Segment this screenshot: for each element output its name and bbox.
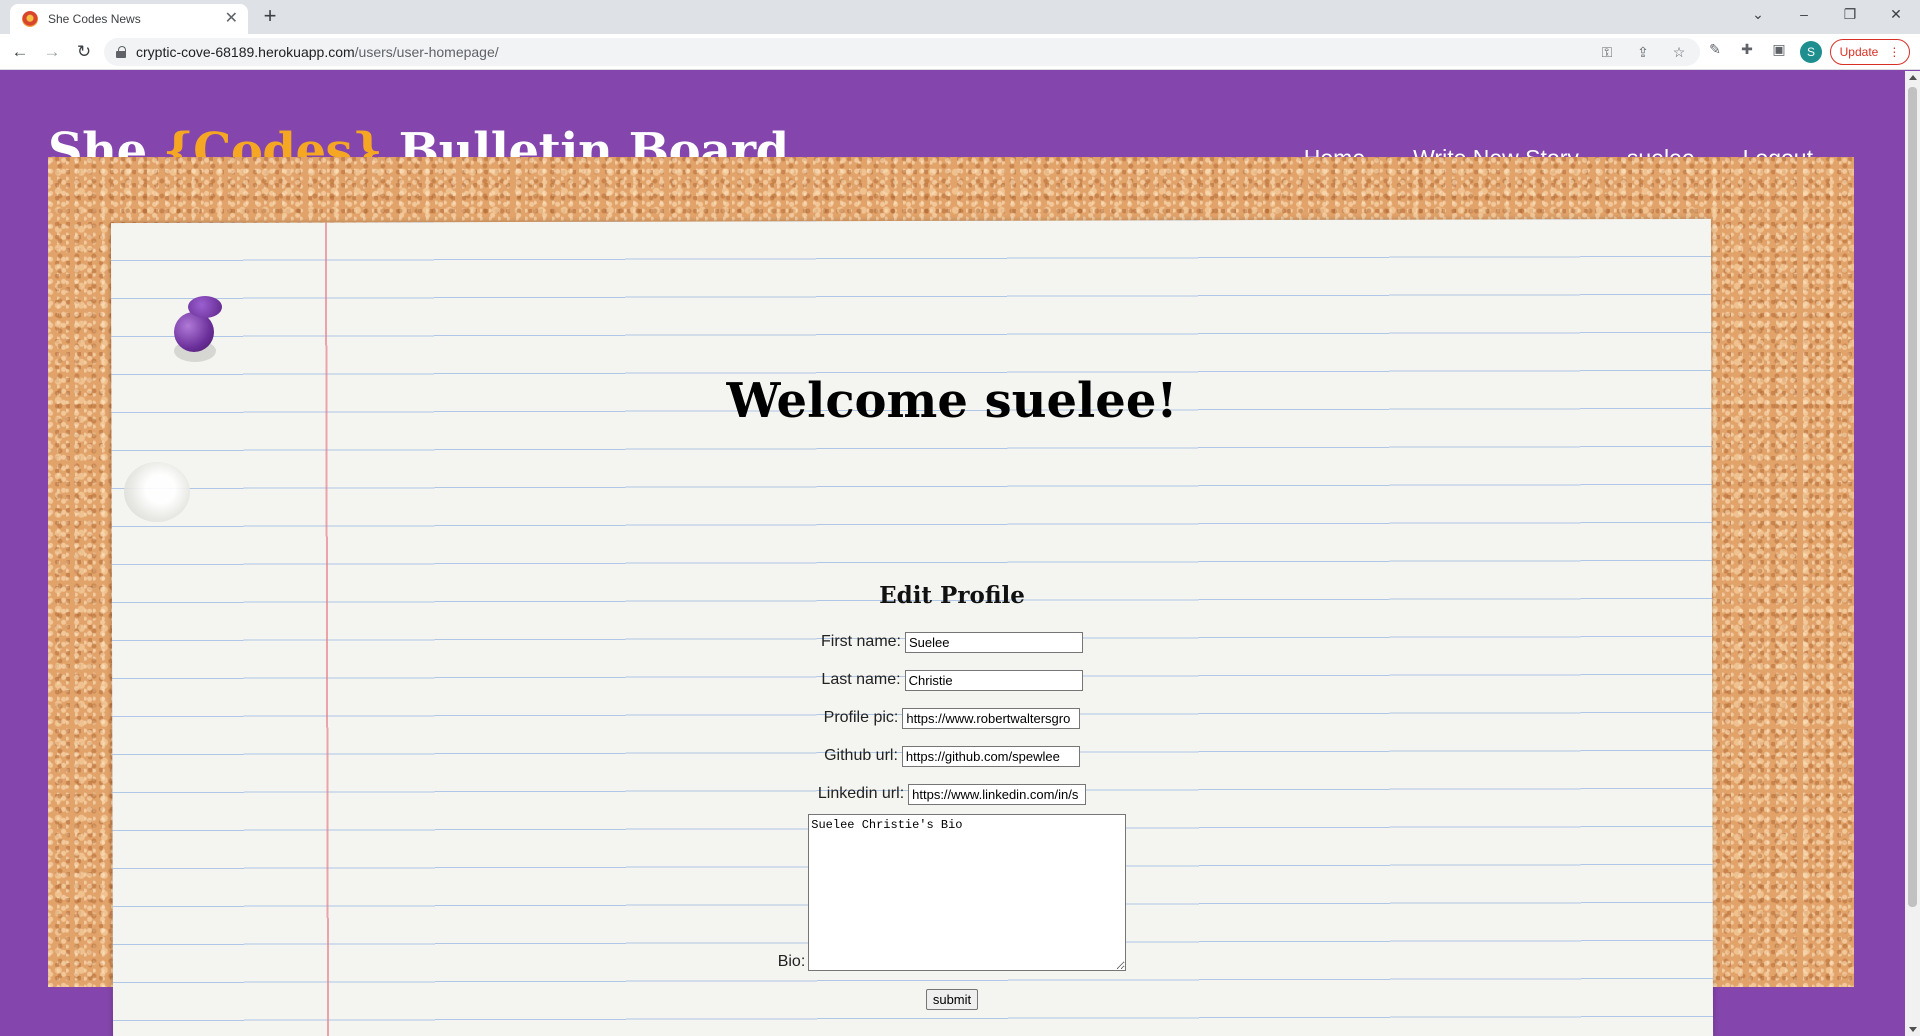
linkedin-label: Linkedin url:	[817, 785, 905, 802]
first-name-row: First name:	[612, 623, 1292, 661]
github-url-input[interactable]	[901, 745, 1080, 767]
first-name-input[interactable]	[905, 631, 1083, 653]
side-panel-icon[interactable]: ▣	[1770, 40, 1788, 58]
key-icon[interactable]: ⚿	[1598, 44, 1616, 61]
star-icon[interactable]: ☆	[1670, 44, 1688, 61]
forward-icon[interactable]: →	[40, 40, 64, 64]
extension-icon[interactable]: ✎	[1706, 40, 1724, 58]
edit-profile-form: Edit Profile First name: Last name: Prof…	[612, 582, 1292, 1010]
tab-search-icon[interactable]: ⌄	[1746, 4, 1770, 24]
url-host: cryptic-cove-68189.herokuapp.com	[136, 44, 355, 60]
address-bar[interactable]: cryptic-cove-68189.herokuapp.com/users/u…	[104, 38, 1700, 66]
share-icon[interactable]: ⇪	[1634, 44, 1652, 61]
paper-hole-icon	[124, 462, 190, 522]
bio-textarea[interactable]: Suelee Christie's Bio	[808, 814, 1127, 971]
back-icon[interactable]: ←	[8, 40, 32, 64]
scrollbar-thumb[interactable]	[1908, 87, 1917, 907]
reload-icon[interactable]: ↻	[72, 40, 96, 64]
submit-button[interactable]: submit	[925, 989, 979, 1010]
github-label: Github url:	[824, 747, 898, 764]
submit-row: submit	[612, 989, 1292, 1010]
profile-pic-input[interactable]	[902, 707, 1081, 729]
welcome-heading: Welcome suelee!	[726, 373, 1178, 429]
site-favicon-icon	[22, 11, 38, 27]
github-row: Github url:	[612, 737, 1292, 775]
bio-label: Bio:	[777, 953, 806, 970]
scroll-down-icon[interactable]	[1909, 1027, 1917, 1032]
last-name-row: Last name:	[612, 661, 1292, 699]
scroll-up-icon[interactable]	[1909, 75, 1917, 80]
last-name-label: Last name:	[821, 671, 901, 688]
edit-profile-heading: Edit Profile	[879, 582, 1025, 609]
update-button[interactable]: Update ⋮	[1830, 39, 1910, 65]
url-path: /users/user-homepage/	[354, 44, 499, 60]
first-name-label: First name:	[820, 633, 901, 650]
close-tab-icon[interactable]: ✕	[225, 11, 238, 27]
pushpin-icon	[168, 292, 230, 368]
profile-pic-label: Profile pic:	[823, 709, 899, 726]
profile-avatar[interactable]: S	[1800, 41, 1822, 63]
linkedin-row: Linkedin url:	[612, 775, 1292, 813]
lock-icon[interactable]	[116, 46, 126, 58]
last-name-input[interactable]	[904, 669, 1083, 691]
new-tab-button[interactable]: +	[258, 5, 282, 29]
page-scrollbar[interactable]	[1905, 71, 1920, 1036]
more-menu-icon[interactable]: ⋮	[1888, 45, 1900, 59]
minimize-icon[interactable]: –	[1792, 4, 1816, 24]
update-label: Update	[1839, 45, 1879, 59]
bio-row: Bio: Suelee Christie's Bio	[612, 814, 1292, 971]
url-text: cryptic-cove-68189.herokuapp.com/users/u…	[136, 44, 499, 60]
browser-toolbar: ← → ↻ cryptic-cove-68189.herokuapp.com/u…	[0, 34, 1920, 70]
profile-pic-row: Profile pic:	[612, 699, 1292, 737]
close-window-icon[interactable]: ✕	[1884, 4, 1908, 24]
browser-tab-strip: She Codes News ✕ + ⌄ – ❐ ✕	[0, 0, 1920, 34]
puzzle-icon[interactable]: ✚	[1738, 40, 1756, 58]
tab-title: She Codes News	[48, 12, 141, 26]
browser-tab[interactable]: She Codes News ✕	[10, 4, 248, 34]
restore-icon[interactable]: ❐	[1838, 4, 1862, 24]
linkedin-url-input[interactable]	[908, 783, 1087, 805]
